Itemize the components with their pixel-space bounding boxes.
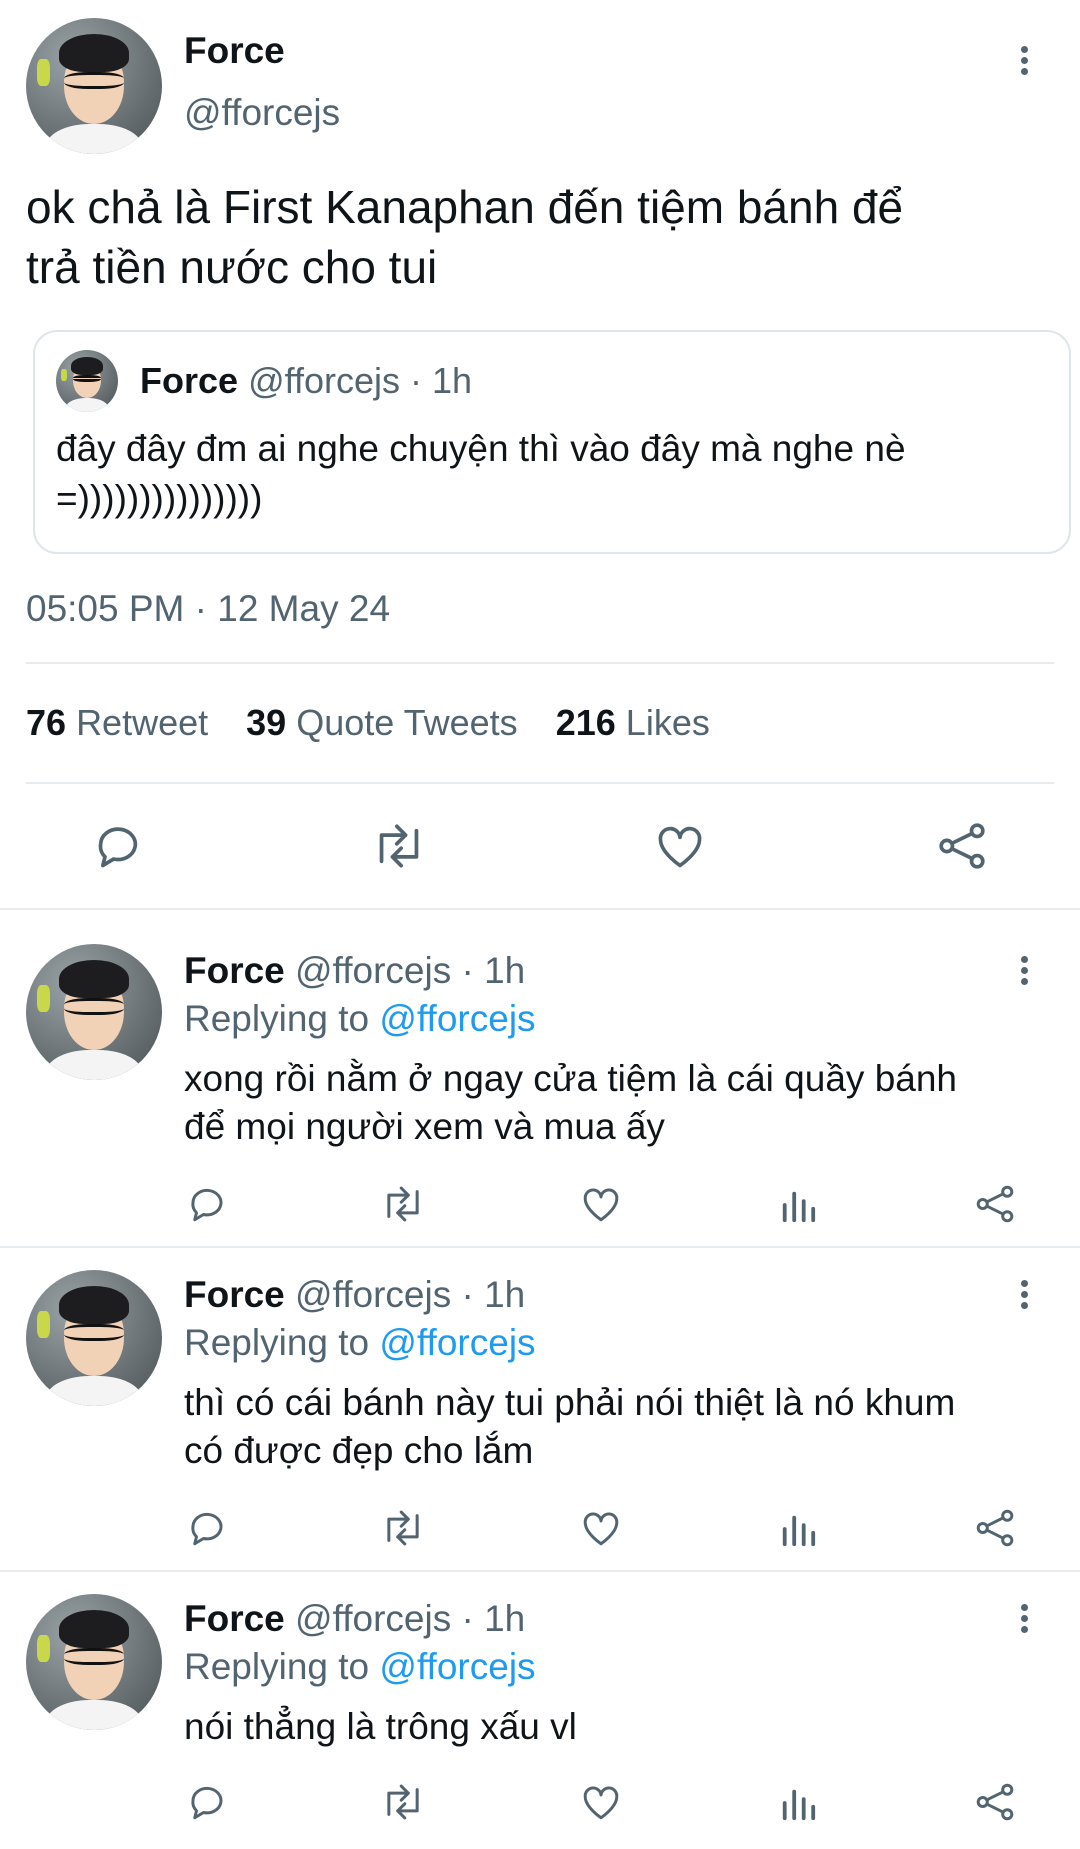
replying-to: Replying to @fforcejs <box>184 1646 536 1688</box>
share-icon[interactable] <box>974 1508 1016 1548</box>
quoted-tweet-header: Force @fforcejs · 1h <box>140 360 472 402</box>
reply-more-icon[interactable] <box>1020 1280 1030 1313</box>
reply-avatar[interactable] <box>26 1270 162 1406</box>
reply-time: · 1h <box>461 950 526 991</box>
main-tweet-timestamp[interactable]: 05:05 PM · 12 May 24 <box>26 588 390 630</box>
quoted-tweet-time: · 1h <box>410 360 473 401</box>
reply-header: Force @fforcejs · 1h <box>184 1274 525 1316</box>
share-icon[interactable] <box>936 822 988 870</box>
reply-time: · 1h <box>461 1274 526 1315</box>
main-tweet-author-name[interactable]: Force <box>184 30 285 72</box>
replying-to-handle-link[interactable]: @fforcejs <box>379 998 535 1039</box>
retweet-icon[interactable] <box>370 822 428 870</box>
retweet-icon[interactable] <box>380 1184 426 1224</box>
reply-text-line2: có được đẹp cho lắm <box>184 1430 534 1471</box>
quotes-stat[interactable]: 39 Quote Tweets <box>246 702 528 743</box>
reply-text-line2: để mọi người xem và mua ấy <box>184 1106 665 1147</box>
like-icon[interactable] <box>580 1508 622 1548</box>
reply-header: Force @fforcejs · 1h <box>184 950 525 992</box>
divider <box>26 662 1054 664</box>
reply-more-icon[interactable] <box>1020 1604 1030 1637</box>
main-tweet-avatar[interactable] <box>26 18 162 154</box>
main-tweet-more-icon[interactable] <box>1020 46 1030 79</box>
retweets-stat[interactable]: 76 Retweet <box>26 702 218 743</box>
main-tweet-text-line1: ok chả là First Kanaphan đến tiệm bánh đ… <box>26 181 904 233</box>
share-icon[interactable] <box>974 1782 1016 1822</box>
like-icon[interactable] <box>580 1184 622 1224</box>
replying-to: Replying to @fforcejs <box>184 998 536 1040</box>
reply-author-handle[interactable]: @fforcejs <box>295 950 451 991</box>
retweet-icon[interactable] <box>380 1782 426 1822</box>
reply-icon[interactable] <box>186 1782 228 1822</box>
main-tweet-text-line2: trả tiền nước cho tui <box>26 241 438 293</box>
retweets-count: 76 <box>26 702 67 743</box>
quoted-tweet-author-handle: @fforcejs <box>248 360 400 401</box>
reply-text-line1: nói thẳng là trông xấu vl <box>184 1706 577 1747</box>
analytics-icon[interactable] <box>778 1510 818 1548</box>
quoted-tweet-author-name: Force <box>140 360 239 401</box>
share-icon[interactable] <box>974 1184 1016 1224</box>
retweets-label: Retweet <box>76 702 209 743</box>
replying-to-handle-link[interactable]: @fforcejs <box>379 1322 535 1363</box>
reply-time: · 1h <box>461 1598 526 1639</box>
replying-to: Replying to @fforcejs <box>184 1322 536 1364</box>
quoted-tweet-avatar <box>56 350 118 412</box>
divider <box>26 782 1054 784</box>
reply-header: Force @fforcejs · 1h <box>184 1598 525 1640</box>
replying-to-label: Replying to <box>184 998 370 1039</box>
reply-avatar[interactable] <box>26 944 162 1080</box>
quoted-tweet-text-line1: đây đây đm ai nghe chuyện thì vào đây mà… <box>56 428 906 469</box>
reply-author-name[interactable]: Force <box>184 950 285 991</box>
like-icon[interactable] <box>580 1782 622 1822</box>
reply-more-icon[interactable] <box>1020 956 1030 989</box>
reply-text-line1: thì có cái bánh này tui phải nói thiệt l… <box>184 1382 956 1423</box>
likes-stat[interactable]: 216 Likes <box>556 702 710 743</box>
replying-to-label: Replying to <box>184 1646 370 1687</box>
analytics-icon[interactable] <box>778 1784 818 1822</box>
reply-author-name[interactable]: Force <box>184 1598 285 1639</box>
reply-icon[interactable] <box>92 822 144 870</box>
replying-to-label: Replying to <box>184 1322 370 1363</box>
reply-text-line1: xong rồi nằm ở ngay cửa tiệm là cái quầy… <box>184 1058 958 1099</box>
like-icon[interactable] <box>654 822 706 870</box>
divider <box>0 908 1080 910</box>
quotes-label: Quote Tweets <box>296 702 518 743</box>
reply-author-handle[interactable]: @fforcejs <box>295 1274 451 1315</box>
reply-avatar[interactable] <box>26 1594 162 1730</box>
likes-count: 216 <box>555 702 616 743</box>
analytics-icon[interactable] <box>778 1186 818 1224</box>
reply-icon[interactable] <box>186 1508 228 1548</box>
reply-author-name[interactable]: Force <box>184 1274 285 1315</box>
likes-label: Likes <box>625 702 710 743</box>
divider <box>0 1570 1080 1572</box>
retweet-icon[interactable] <box>380 1508 426 1548</box>
quotes-count: 39 <box>246 702 287 743</box>
quoted-tweet-text-line2: =))))))))))))))) <box>56 478 263 519</box>
replying-to-handle-link[interactable]: @fforcejs <box>379 1646 535 1687</box>
reply-icon[interactable] <box>186 1184 228 1224</box>
reply-author-handle[interactable]: @fforcejs <box>295 1598 451 1639</box>
divider <box>0 1246 1080 1248</box>
main-tweet-author-handle[interactable]: @fforcejs <box>184 92 340 134</box>
tweet-stats-row: 76 Retweet 39 Quote Tweets 216 Likes <box>26 702 710 744</box>
